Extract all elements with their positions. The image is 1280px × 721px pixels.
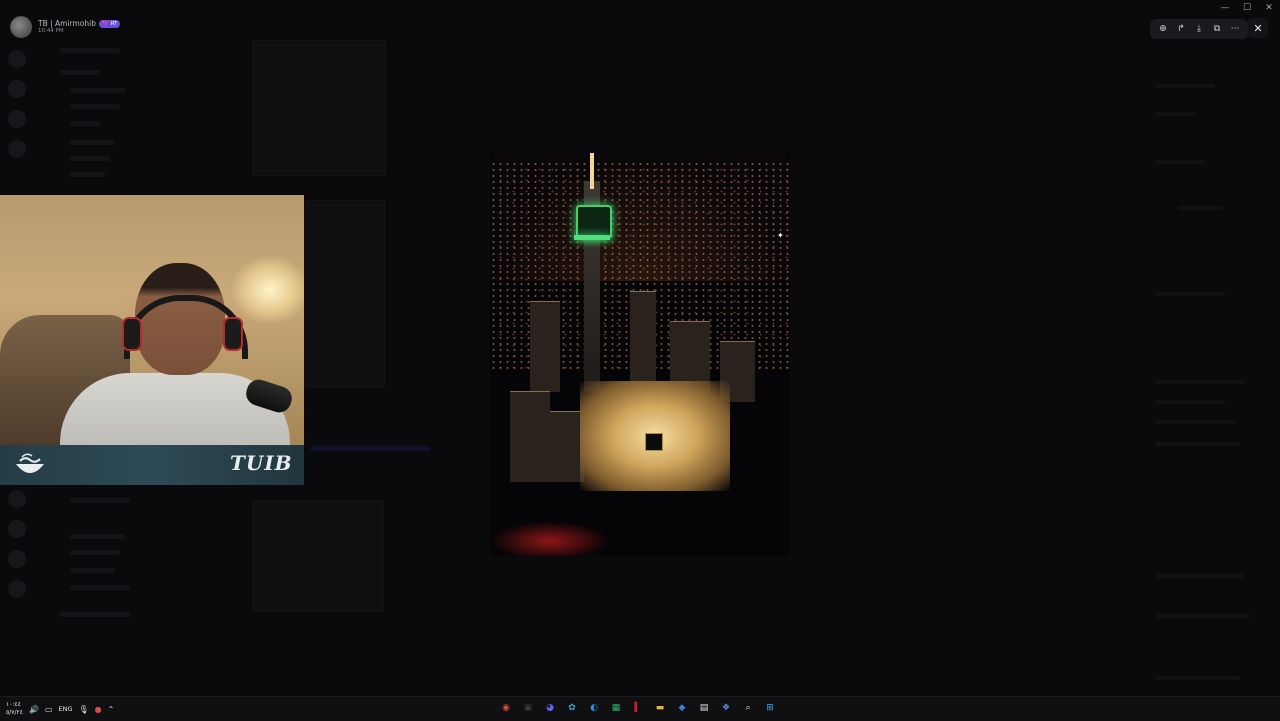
taskbar-calendar-icon[interactable]: ▤	[696, 699, 712, 717]
clock-time: ١٠:٤٤	[6, 701, 21, 708]
maximize-button[interactable]: ☐	[1236, 0, 1258, 16]
taskbar-app-9-icon[interactable]: ◆	[674, 699, 690, 717]
more-icon: ···	[1230, 24, 1240, 34]
open-in-browser-button[interactable]: ⧉	[1208, 21, 1226, 37]
viewer-close-button[interactable]: ✕	[1248, 18, 1268, 38]
viewed-image[interactable]: ✦	[490, 151, 790, 556]
taskbar-apps: ◉ ▣ ◕ ✿ ◐ ▦ ▍ ▬ ◆ ▤ ❖ ⌕ ⊞	[498, 699, 778, 717]
webcam-overlay: TUIB	[0, 195, 304, 485]
taskbar-search-icon[interactable]: ⌕	[740, 699, 756, 717]
taskbar-app-4-icon[interactable]: ✿	[564, 699, 580, 717]
window-controls: — ☐ ✕	[1214, 0, 1280, 16]
external-link-icon: ⧉	[1213, 24, 1221, 34]
chevron-up-icon[interactable]: ⌃	[108, 705, 115, 714]
window-close-button[interactable]: ✕	[1258, 0, 1280, 16]
taskbar-edge-icon[interactable]: ◐	[586, 699, 602, 717]
taskbar-folder-icon[interactable]: ▬	[652, 699, 668, 717]
author-name[interactable]: TB | Amirmohib	[38, 19, 96, 29]
close-icon: ✕	[1265, 3, 1273, 13]
mic-icon[interactable]: 🎙	[78, 705, 88, 714]
taskbar-discord-icon[interactable]: ◕	[542, 699, 558, 717]
taskbar-app-7-icon[interactable]: ▍	[630, 699, 646, 717]
avatar[interactable]	[10, 16, 32, 38]
bowl-logo-icon	[12, 451, 48, 479]
more-button[interactable]: ···	[1226, 21, 1244, 37]
taskbar-app-2-icon[interactable]: ▣	[520, 699, 536, 717]
taskbar-app-1-icon[interactable]: ◉	[498, 699, 514, 717]
close-icon: ✕	[1253, 21, 1263, 35]
zoom-button[interactable]: ⊕	[1154, 21, 1172, 37]
system-tray: ١٠:٤٤ ٥/٧/٢٤ 🔊 ▭ ENG 🎙 ● ⌃	[6, 697, 114, 721]
viewer-author: TB | Amirmohib 💜 RT 10:44 PM	[10, 16, 121, 38]
minimize-button[interactable]: —	[1214, 0, 1236, 16]
clock[interactable]: ١٠:٤٤ ٥/٧/٢٤	[6, 701, 23, 717]
zoom-icon: ⊕	[1159, 24, 1167, 34]
taskbar-app-6-icon[interactable]: ▦	[608, 699, 624, 717]
cursor-icon: ✦	[777, 231, 784, 240]
forward-icon: ↱	[1177, 24, 1185, 34]
taskbar-app-11-icon[interactable]: ❖	[718, 699, 734, 717]
webcam-brand: TUIB	[230, 451, 293, 475]
minimize-icon: —	[1220, 3, 1230, 13]
download-button[interactable]: ⤓	[1190, 21, 1208, 37]
role-badge: 💜 RT	[99, 19, 121, 28]
timestamp: 10:44 PM	[38, 28, 64, 35]
forward-button[interactable]: ↱	[1172, 21, 1190, 37]
maximize-icon: ☐	[1242, 3, 1252, 13]
taskbar: ١٠:٤٤ ٥/٧/٢٤ 🔊 ▭ ENG 🎙 ● ⌃ ◉ ▣ ◕ ✿ ◐ ▦ ▍ ▬ ◆ ▤ ❖ ⌕ ⊞	[0, 696, 1280, 721]
clock-date: ٥/٧/٢٤	[6, 709, 23, 716]
webcam-scene	[0, 195, 304, 463]
download-icon: ⤓	[1197, 24, 1201, 34]
language-indicator[interactable]: ENG	[58, 705, 72, 713]
speaker-icon[interactable]: 🔊	[29, 705, 39, 714]
network-icon[interactable]: ▭	[45, 705, 53, 714]
app-tray-icon[interactable]: ●	[95, 705, 102, 714]
viewer-toolbar: ⊕ ↱ ⤓ ⧉ ···	[1150, 19, 1248, 39]
taskbar-start-icon[interactable]: ⊞	[762, 699, 778, 717]
